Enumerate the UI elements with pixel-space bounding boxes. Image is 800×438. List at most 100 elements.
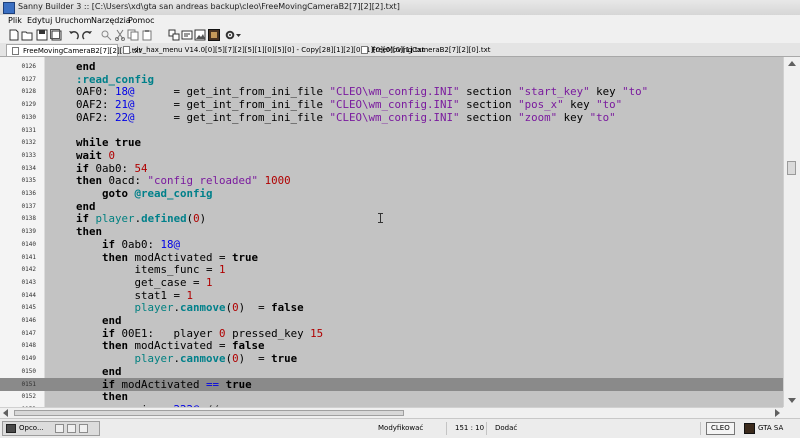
toolbar (0, 27, 800, 44)
file-icon (12, 47, 19, 55)
scroll-up-icon[interactable] (788, 61, 796, 66)
line-number: 0128 (21, 88, 36, 96)
decompile-icon[interactable] (181, 29, 193, 41)
code-line[interactable]: 0128 0AF0: 18@ = get_int_from_ini_file "… (0, 85, 783, 98)
code-line[interactable]: 0142 items_func = 1 (0, 263, 783, 276)
code-line[interactable]: 0135 then 0acd: "config reloaded" 1000 (0, 174, 783, 187)
line-number: 0132 (21, 139, 36, 147)
code-line[interactable]: 0138 if player.defined(0) (0, 212, 783, 225)
code-text: then 0acd: "config reloaded" 1000 (76, 174, 291, 188)
code-line[interactable]: 0134 if 0ab0: 54 (0, 162, 783, 175)
code-line[interactable]: 0148 then modActivated = false (0, 339, 783, 352)
code-editor[interactable]: 0126 end 0127 :read_config 0128 0AF0: 18@ … (0, 57, 783, 407)
code-line[interactable]: 0127 :read_config (0, 73, 783, 86)
new-file-icon[interactable] (8, 29, 20, 41)
insert-mode: Dodać (495, 424, 518, 432)
vertical-scrollbar[interactable] (783, 57, 800, 407)
copy-icon[interactable] (127, 29, 139, 41)
line-number: 0136 (21, 190, 36, 197)
code-text: :read_config (76, 72, 155, 86)
close-icon[interactable] (79, 424, 88, 433)
menu-uruchom[interactable]: Uruchom (55, 16, 91, 25)
code-text: if 0ab0: 18@ (102, 237, 181, 251)
horizontal-scroll-thumb[interactable] (14, 410, 404, 416)
tab-bar: FreeMovingCameraB2[7][2][2].txt dv_hax_m… (0, 43, 800, 57)
image-icon[interactable] (194, 29, 206, 41)
open-icon[interactable] (21, 29, 33, 41)
code-text: end (102, 314, 122, 327)
code-text: 0AF0: 18@ = get_int_from_ini_file "CLEO\… (50, 85, 649, 99)
window-icon (6, 424, 16, 433)
line-number: 0151 (21, 380, 36, 388)
status-divider (446, 422, 447, 435)
redo-icon[interactable] (81, 29, 93, 41)
code-line[interactable]: 0132 while true (0, 136, 783, 149)
code-line[interactable]: 0126 end (0, 60, 783, 73)
vertical-scroll-thumb[interactable] (787, 161, 796, 175)
game-mode[interactable]: GTA SA (758, 424, 783, 432)
undo-icon[interactable] (68, 29, 80, 41)
scroll-down-icon[interactable] (788, 398, 796, 403)
status-divider (486, 422, 487, 435)
code-line[interactable]: 0144 stat1 = 1 (0, 289, 783, 302)
tab-label: FreeMovingCameraB2[7][2][0].txt (372, 46, 491, 54)
paste-icon[interactable] (141, 29, 153, 41)
code-line[interactable]: 0130 0AF2: 22@ = get_int_from_ini_file "… (0, 111, 783, 124)
code-line[interactable]: 0145 player.canmove(0) = false (0, 301, 783, 314)
save-icon[interactable] (36, 29, 48, 41)
line-number: 0146 (21, 317, 36, 324)
code-line[interactable]: 0146 end (0, 314, 783, 327)
code-line[interactable]: 0149 player.canmove(0) = true (0, 352, 783, 365)
scroll-left-icon[interactable] (3, 409, 8, 417)
code-text: wait 0 (76, 148, 116, 162)
horizontal-scrollbar[interactable] (0, 407, 783, 418)
restore-icon[interactable] (55, 424, 64, 433)
settings-dropdown-icon[interactable] (236, 29, 242, 41)
code-line[interactable]: 0136 goto @read_config (0, 187, 783, 200)
menu-edytuj[interactable]: Edytuj (27, 16, 52, 25)
text-cursor-icon (378, 213, 383, 223)
find-icon[interactable] (100, 29, 112, 41)
menu-bar: Plik Edytuj Uruchom Narzędzia Pomoc (0, 15, 800, 27)
menu-pomoc[interactable]: Pomoc (128, 16, 155, 25)
code-text: end (76, 199, 96, 213)
cleo-badge[interactable]: CLEO (706, 422, 735, 435)
code-line[interactable]: 0140 if 0ab0: 18@ (0, 238, 783, 251)
line-number: 0141 (21, 253, 36, 261)
cut-icon[interactable] (114, 29, 126, 41)
code-text: items_func = 1 (50, 263, 226, 277)
code-line[interactable]: 0133 wait 0 (0, 149, 783, 162)
code-line[interactable]: 0129 0AF2: 21@ = get_int_from_ini_file "… (0, 98, 783, 111)
tab-freemovingcamera-b2-7-2-2[interactable]: FreeMovingCameraB2[7][2][2].txt (6, 44, 141, 56)
file-icon (123, 46, 130, 54)
minimized-window-button[interactable]: Opco... (2, 421, 100, 436)
tab-dv-hax-menu[interactable]: dv_hax_menu V14.0[0][5][7][2][5][1][0][5… (118, 44, 425, 56)
line-number: 0145 (21, 304, 36, 312)
code-text: player.canmove(0) = true (134, 352, 298, 366)
code-line[interactable]: 0147 if 00E1: player 0 pressed_key 15 (0, 327, 783, 340)
line-number: 0140 (21, 240, 36, 248)
menu-plik[interactable]: Plik (8, 16, 22, 25)
save-all-icon[interactable] (50, 29, 62, 41)
line-number: 0143 (21, 278, 36, 286)
code-line[interactable]: 0141 then modActivated = true (0, 251, 783, 264)
scroll-right-icon[interactable] (775, 409, 780, 417)
line-number: 0135 (21, 177, 36, 185)
code-line[interactable]: 0150 end (0, 365, 783, 378)
tab-freemovingcamera-b2-7-2-0[interactable]: FreeMovingCameraB2[7][2][0].txt (356, 44, 490, 56)
gta-icon[interactable] (208, 29, 220, 41)
line-number: 0126 (21, 63, 36, 70)
maximize-icon[interactable] (67, 424, 76, 433)
code-line[interactable]: 0152 then (0, 390, 783, 403)
code-line[interactable]: 0139 then (0, 225, 783, 238)
sanny-builder-window: Sanny Builder 3 :: [C:\Users\xd\gta san … (0, 0, 800, 438)
code-text: stat1 = 1 (50, 288, 194, 302)
code-line[interactable]: 0131 (0, 124, 783, 137)
menu-narzedzia[interactable]: Narzędzia (91, 16, 131, 25)
settings-icon[interactable] (224, 29, 236, 41)
code-line[interactable]: 0137 end (0, 200, 783, 213)
code-line[interactable]: 0143 get_case = 1 (0, 276, 783, 289)
code-line-current[interactable]: 0151 if modActivated == true (0, 377, 783, 391)
code-text: then modActivated = false (102, 339, 265, 353)
compile-icon[interactable] (168, 29, 180, 41)
